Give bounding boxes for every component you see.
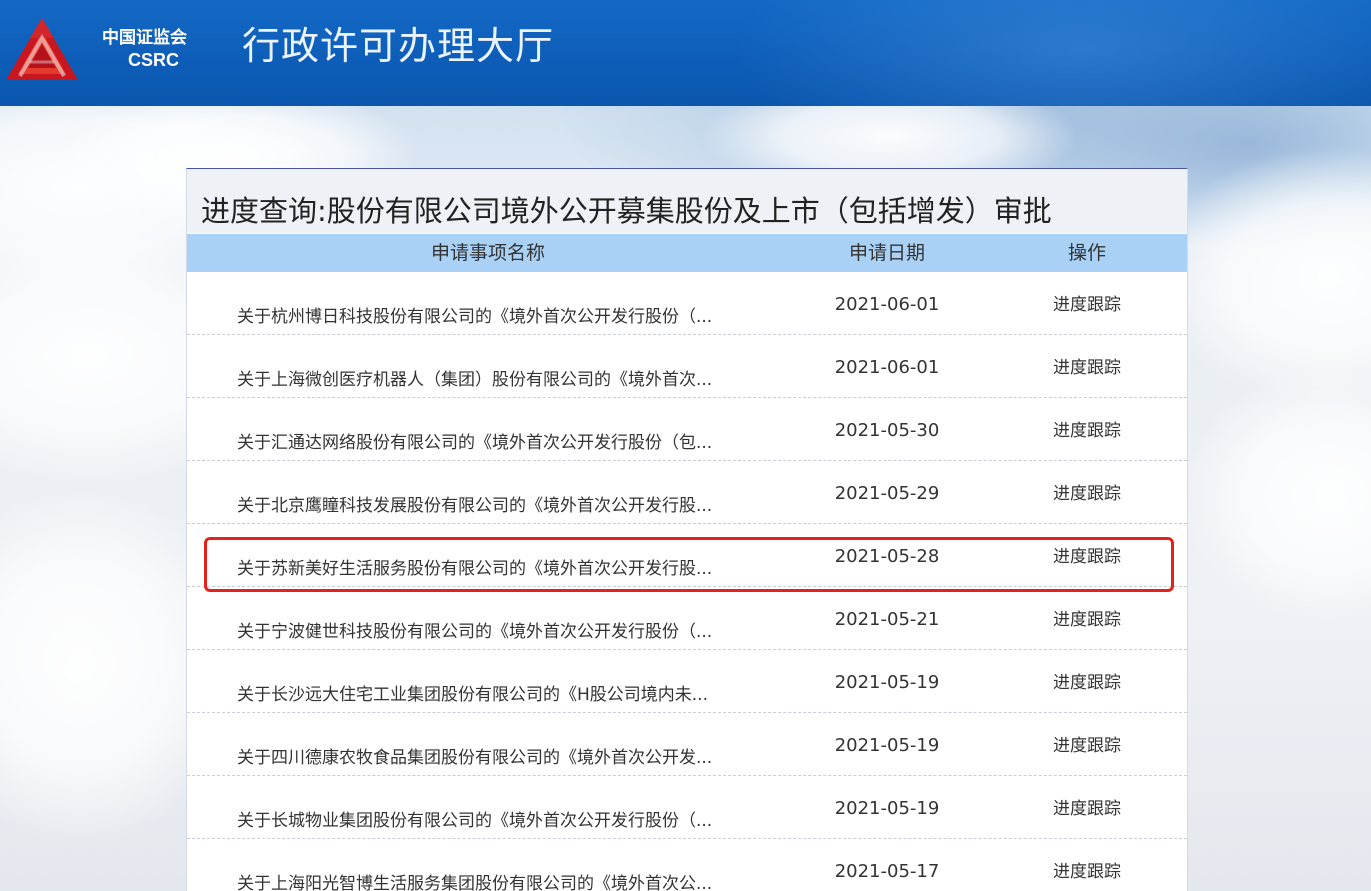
application-date: 2021-05-19 xyxy=(834,798,940,819)
column-header-action: 操作 xyxy=(1067,242,1106,264)
progress-query-panel: 进度查询:股份有限公司境外公开募集股份及上市（包括增发）审批 申请事项名称 申请… xyxy=(186,168,1188,891)
table-row: 关于宁波健世科技股份有限公司的《境外首次公开发行股份（... 2021-05-2… xyxy=(187,587,1187,650)
table-row: 关于四川德康农牧食品集团股份有限公司的《境外首次公开发... 2021-05-1… xyxy=(187,713,1187,776)
application-name: 关于宁波健世科技股份有限公司的《境外首次公开发行股份（... xyxy=(237,622,713,642)
application-date: 2021-05-19 xyxy=(834,672,940,693)
progress-tracking-link[interactable]: 进度跟踪 xyxy=(987,483,1187,505)
progress-tracking-link[interactable]: 进度跟踪 xyxy=(987,798,1187,820)
panel-title-bar: 进度查询:股份有限公司境外公开募集股份及上市（包括增发）审批 xyxy=(187,169,1187,233)
table-row: 关于汇通达网络股份有限公司的《境外首次公开发行股份（包... 2021-05-3… xyxy=(187,398,1187,461)
application-date: 2021-06-01 xyxy=(834,357,940,378)
application-name: 关于杭州博日科技股份有限公司的《境外首次公开发行股份（... xyxy=(237,307,713,327)
application-date: 2021-05-17 xyxy=(834,861,940,882)
table-row: 关于北京鹰瞳科技发展股份有限公司的《境外首次公开发行股... 2021-05-2… xyxy=(187,461,1187,524)
csrc-logo-icon[interactable] xyxy=(2,14,82,86)
progress-tracking-link[interactable]: 进度跟踪 xyxy=(987,735,1187,757)
progress-tracking-link[interactable]: 进度跟踪 xyxy=(987,294,1187,316)
progress-tracking-link[interactable]: 进度跟踪 xyxy=(987,672,1187,694)
table-row: 关于长沙远大住宅工业集团股份有限公司的《H股公司境内未... 2021-05-1… xyxy=(187,650,1187,713)
application-date: 2021-05-29 xyxy=(834,483,940,504)
site-header: 中国证监会 CSRC 行政许可办理大厅 xyxy=(0,0,1371,106)
site-title: 行政许可办理大厅 xyxy=(242,24,555,68)
application-name: 关于汇通达网络股份有限公司的《境外首次公开发行股份（包... xyxy=(237,433,713,453)
progress-tracking-link[interactable]: 进度跟踪 xyxy=(987,420,1187,442)
progress-tracking-link[interactable]: 进度跟踪 xyxy=(987,357,1187,379)
page-title: 进度查询:股份有限公司境外公开募集股份及上市（包括增发）审批 xyxy=(201,194,1052,228)
application-name: 关于长城物业集团股份有限公司的《境外首次公开发行股份（... xyxy=(237,811,713,831)
application-date: 2021-05-30 xyxy=(834,420,940,441)
header-glow xyxy=(731,0,1371,106)
table-header: 申请事项名称 申请日期 操作 xyxy=(187,234,1187,272)
application-name: 关于北京鹰瞳科技发展股份有限公司的《境外首次公开发行股... xyxy=(237,496,713,516)
application-name: 关于四川德康农牧食品集团股份有限公司的《境外首次公开发... xyxy=(237,748,713,768)
application-name: 关于上海阳光智博生活服务集团股份有限公司的《境外首次公... xyxy=(237,874,713,891)
column-header-name: 申请事项名称 xyxy=(430,242,545,264)
table-row: 关于长城物业集团股份有限公司的《境外首次公开发行股份（... 2021-05-1… xyxy=(187,776,1187,839)
highlight-annotation-box xyxy=(204,537,1174,592)
table-row: 关于上海阳光智博生活服务集团股份有限公司的《境外首次公... 2021-05-1… xyxy=(187,839,1187,891)
application-date: 2021-05-21 xyxy=(834,609,940,630)
application-date: 2021-05-19 xyxy=(834,735,940,756)
column-header-date: 申请日期 xyxy=(848,242,925,264)
table-row: 关于上海微创医疗机器人（集团）股份有限公司的《境外首次... 2021-06-0… xyxy=(187,335,1187,398)
org-name: 中国证监会 xyxy=(102,28,187,48)
application-name: 关于长沙远大住宅工业集团股份有限公司的《H股公司境内未... xyxy=(237,685,708,705)
progress-tracking-link[interactable]: 进度跟踪 xyxy=(987,609,1187,631)
application-name: 关于上海微创医疗机器人（集团）股份有限公司的《境外首次... xyxy=(237,370,713,390)
table-row: 关于杭州博日科技股份有限公司的《境外首次公开发行股份（... 2021-06-0… xyxy=(187,272,1187,335)
progress-tracking-link[interactable]: 进度跟踪 xyxy=(987,861,1187,883)
application-date: 2021-06-01 xyxy=(834,294,940,315)
org-abbreviation: CSRC xyxy=(128,50,180,70)
